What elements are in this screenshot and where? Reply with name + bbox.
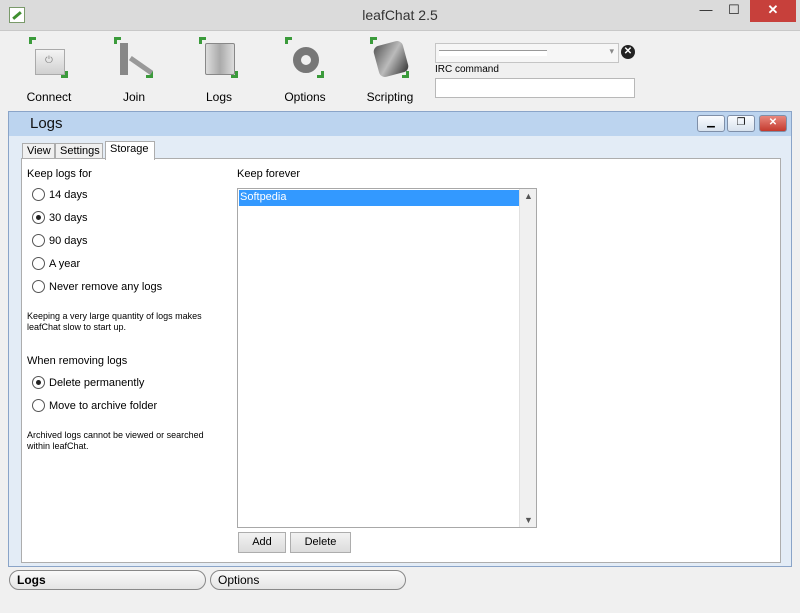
keep-logs-note: Keeping a very large quantity of logs ma… — [27, 311, 202, 332]
toolbar-connect-button[interactable]: Connect — [15, 37, 83, 107]
toolbar-options-label: Options — [284, 90, 326, 104]
radio-delete-permanently-label: Delete permanently — [49, 377, 145, 389]
options-icon — [293, 47, 319, 73]
keep-forever-list[interactable]: Softpedia ▲ ▼ — [237, 188, 537, 528]
add-button[interactable]: Add — [238, 532, 286, 553]
book-icon — [205, 43, 235, 75]
toolbar-join-button[interactable]: Join — [100, 37, 168, 107]
toolbar: Connect Join Logs Options Scripting — [0, 31, 800, 111]
archive-note: Archived logs cannot be viewed or search… — [27, 430, 204, 451]
power-icon — [35, 49, 65, 75]
inner-minimize-button[interactable]: ▁ — [697, 115, 725, 132]
toolbar-logs-button[interactable]: Logs — [185, 37, 253, 107]
list-item[interactable]: Softpedia — [239, 190, 519, 206]
toolbar-logs-label: Logs — [205, 90, 233, 104]
keep-logs-heading: Keep logs for — [27, 168, 92, 180]
scroll-down-icon[interactable]: ▼ — [524, 515, 533, 525]
window-tab-options[interactable]: Options — [210, 570, 406, 590]
radio-30-days-label: 30 days — [49, 212, 88, 224]
radio-never-remove-label: Never remove any logs — [49, 281, 163, 293]
logs-window: Logs ▁ ❐ ✕ View Settings Storage Keep lo… — [8, 111, 792, 567]
tab-view[interactable]: View — [22, 143, 55, 159]
radio-never-remove[interactable] — [32, 280, 45, 293]
logs-window-title: Logs — [30, 115, 63, 132]
tab-settings[interactable]: Settings — [55, 143, 103, 159]
toolbar-connect-label: Connect — [26, 90, 72, 104]
irc-command-label: IRC command — [435, 64, 499, 75]
tab-storage[interactable]: Storage — [105, 141, 155, 160]
radio-a-year-label: A year — [49, 258, 81, 270]
toolbar-scripting-label: Scripting — [366, 90, 414, 104]
irc-server-select[interactable]: ▾ — [435, 43, 619, 63]
storage-panel: Keep logs for 14 days 30 days 90 days A … — [21, 158, 781, 563]
window-tab-logs[interactable]: Logs — [9, 570, 206, 590]
radio-delete-permanently[interactable] — [32, 376, 45, 389]
removing-logs-heading: When removing logs — [27, 355, 128, 367]
radio-90-days-label: 90 days — [49, 235, 88, 247]
title-bar: leafChat 2.5 — ☐ ✕ — [0, 0, 800, 31]
scroll-up-icon[interactable]: ▲ — [524, 191, 533, 201]
irc-command-input[interactable] — [435, 78, 635, 98]
close-button[interactable]: ✕ — [750, 0, 796, 22]
radio-14-days-label: 14 days — [49, 189, 88, 201]
keep-forever-heading: Keep forever — [237, 168, 300, 180]
chevron-down-icon: ▾ — [609, 46, 614, 56]
radio-90-days[interactable] — [32, 234, 45, 247]
clear-icon[interactable]: ✕ — [621, 45, 635, 59]
select-value — [439, 50, 547, 56]
window-switcher-bar: Logs Options — [0, 567, 800, 613]
toolbar-options-button[interactable]: Options — [271, 37, 339, 107]
minimize-button[interactable]: — — [692, 0, 720, 22]
radio-move-to-archive[interactable] — [32, 399, 45, 412]
radio-14-days[interactable] — [32, 188, 45, 201]
window-title: leafChat 2.5 — [362, 7, 438, 23]
radio-30-days[interactable] — [32, 211, 45, 224]
logs-window-titlebar: Logs ▁ ❐ ✕ — [9, 112, 791, 136]
delete-button[interactable]: Delete — [290, 532, 351, 553]
maximize-button[interactable]: ☐ — [720, 0, 748, 22]
toolbar-join-label: Join — [122, 90, 145, 104]
vertical-scrollbar[interactable]: ▲ ▼ — [519, 189, 536, 527]
join-icon — [120, 43, 150, 75]
radio-move-to-archive-label: Move to archive folder — [49, 400, 158, 412]
toolbar-scripting-button[interactable]: Scripting — [356, 37, 424, 107]
radio-a-year[interactable] — [32, 257, 45, 270]
inner-restore-button[interactable]: ❐ — [727, 115, 755, 132]
inner-close-button[interactable]: ✕ — [759, 115, 787, 132]
